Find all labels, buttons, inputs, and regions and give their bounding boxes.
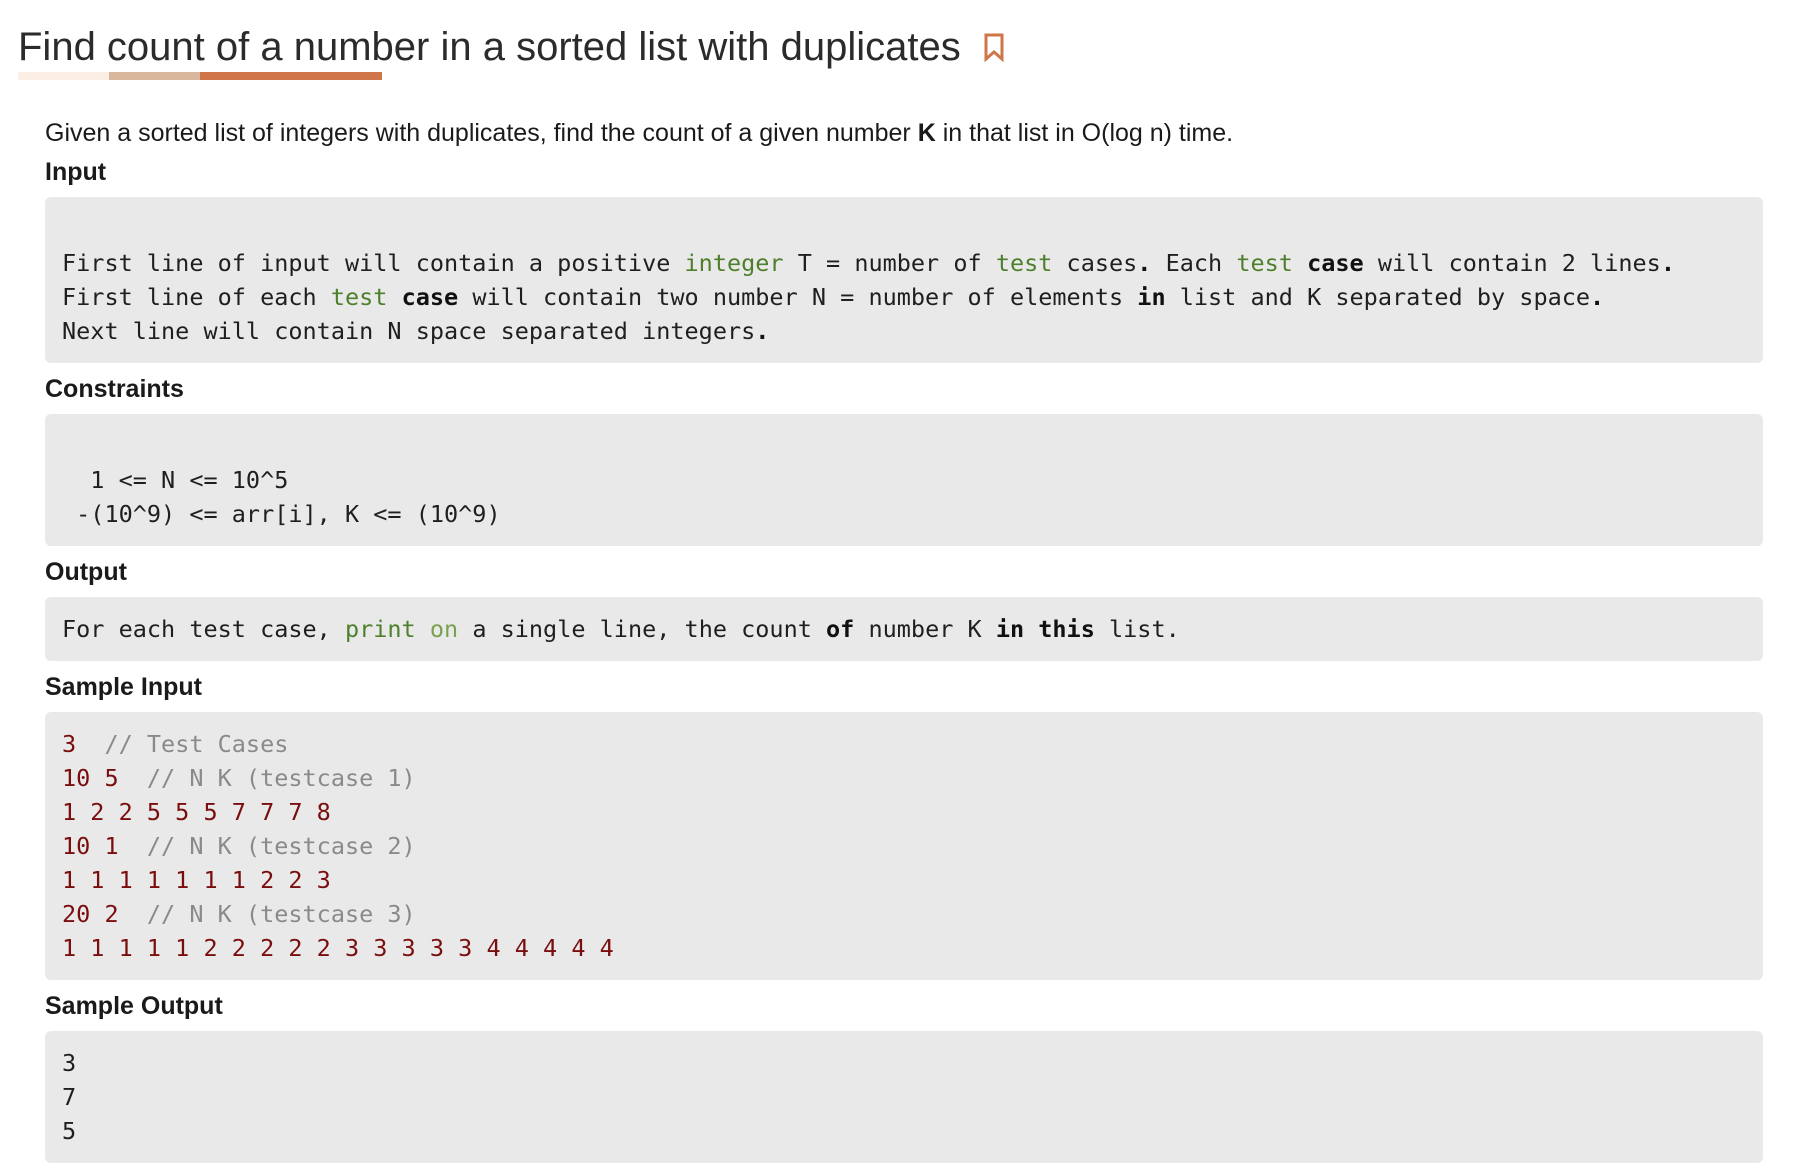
sample-output-line: 3 (62, 1049, 77, 1077)
input-line-2: First line of each test case will contai… (62, 283, 1605, 311)
sample-input-line: 1 2 2 5 5 5 7 7 7 8 (62, 798, 331, 826)
input-line-3: Next line will contain N space separated… (62, 317, 770, 345)
problem-content: Given a sorted list of integers with dup… (45, 112, 1763, 1171)
description-variable-k: K (917, 119, 936, 147)
title-row: Find count of a number in a sorted list … (18, 20, 1005, 74)
input-line-1: First line of input will contain a posit… (62, 249, 1675, 277)
constraints-heading: Constraints (45, 375, 184, 403)
sample-output-line: 5 (62, 1117, 77, 1145)
sample-input-line: 1 1 1 1 1 1 1 2 2 3 (62, 866, 331, 894)
constraint-line-1: 1 <= N <= 10^5 (62, 466, 289, 494)
problem-page: Find count of a number in a sorted list … (0, 0, 1818, 1163)
underline-segment-medium (109, 72, 200, 80)
output-line-1: For each test case, print on a single li… (62, 615, 1180, 643)
sample-output-heading: Sample Output (45, 992, 223, 1020)
input-heading: Input (45, 158, 107, 186)
underline-segment-light (18, 72, 109, 80)
sample-input-line: 20 2 // N K (testcase 3) (62, 900, 416, 928)
underline-segment-accent (200, 72, 382, 80)
sample-input-line: 10 5 // N K (testcase 1) (62, 764, 416, 792)
constraint-line-2: -(10^9) <= arr[i], K <= (10^9) (62, 500, 501, 528)
bookmark-icon[interactable] (983, 32, 1005, 62)
description-text: Given a sorted list of integers with dup… (45, 119, 918, 147)
output-heading: Output (45, 558, 127, 586)
sample-output-code-block: 3 7 5 (45, 1031, 1763, 1163)
sample-input-line: 3 // Test Cases (62, 730, 289, 758)
constraints-code-block: 1 <= N <= 10^5 -(10^9) <= arr[i], K <= (… (45, 414, 1763, 546)
sample-input-line: 1 1 1 1 1 2 2 2 2 2 3 3 3 3 3 4 4 4 4 4 (62, 934, 614, 962)
input-code-block: First line of input will contain a posit… (45, 197, 1763, 363)
sample-output-line: 7 (62, 1083, 77, 1111)
description-text-end: in that list in O(log n) time. (935, 119, 1234, 147)
output-code-block: For each test case, print on a single li… (45, 597, 1763, 661)
sample-input-heading: Sample Input (45, 673, 202, 701)
page-title: Find count of a number in a sorted list … (18, 25, 961, 69)
problem-description: Given a sorted list of integers with dup… (45, 112, 1763, 154)
sample-input-code-block: 3 // Test Cases 10 5 // N K (testcase 1) 1… (45, 712, 1763, 980)
sample-input-line: 10 1 // N K (testcase 2) (62, 832, 416, 860)
title-underline (18, 72, 382, 80)
